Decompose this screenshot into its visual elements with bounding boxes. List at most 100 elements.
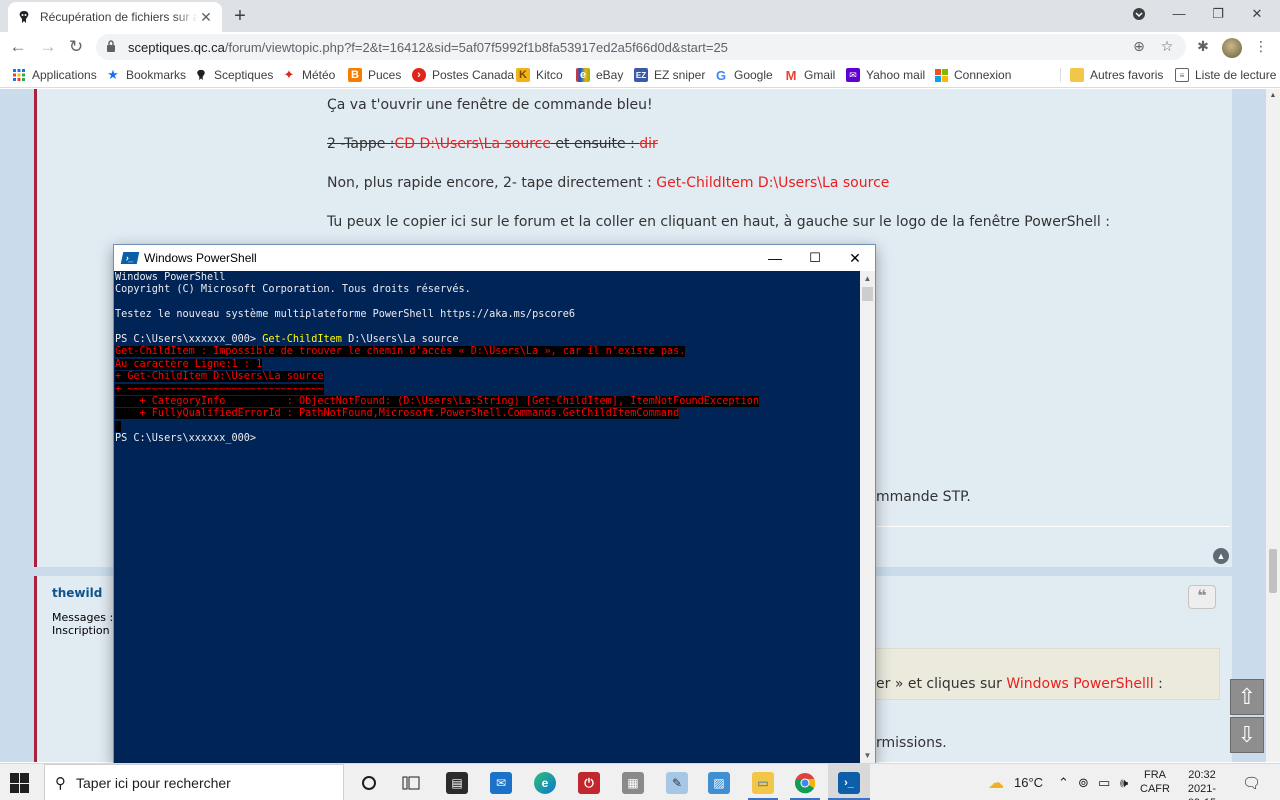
weather-icon: ☁ [988,774,1004,792]
console-error-text: Au caractère Ligne:1 : 1 [115,358,263,370]
other-bookmarks-folder[interactable]: Autres favoris [1070,67,1163,83]
scrollbar-thumb[interactable] [1269,549,1277,593]
file-explorer-icon[interactable]: ▭ [748,768,778,798]
scroll-down-arrow-icon[interactable]: ⇩ [1230,717,1264,753]
tab-search-icon[interactable] [1120,0,1158,28]
power-app-icon[interactable]: ⏻ [574,768,604,798]
quote-text: er » et cliques sur Windows PowerShelll … [876,676,1163,692]
ps-minimize-icon[interactable]: — [755,245,795,271]
powershell-taskbar-icon[interactable]: ›_ [834,768,864,798]
input-language[interactable]: FRA CAFR [1140,768,1170,796]
console-scroll-up-icon[interactable]: ▲ [860,271,875,286]
cortana-icon[interactable] [354,768,384,798]
reading-list[interactable]: ≡ Liste de lecture [1175,67,1276,83]
console-line: PS C:\Users\xxxxxx_000> Get-ChildItem D:… [114,334,860,346]
bookmarks-divider [1060,68,1061,82]
scrollbar-up-icon[interactable]: ▲ [1266,89,1280,103]
show-hidden-icons-icon[interactable]: ⌃ [1058,764,1069,800]
close-window-icon[interactable]: ✕ [1238,0,1276,28]
console-scroll-thumb[interactable] [862,287,873,301]
taskbar-search-placeholder: Taper ici pour rechercher [76,774,231,791]
back-arrow-icon[interactable]: ← [6,35,30,59]
bookmark-ez-sniper[interactable]: EZ EZ sniper [634,67,705,83]
bookmark-ebay[interactable]: e eBay [576,67,623,83]
bookmark-meteo[interactable]: ✦ Météo [282,67,336,83]
powershell-icon[interactable]: ›_ [120,252,140,264]
bookmark-kitco[interactable]: K Kitco [516,67,563,83]
clock-date: 2021-09-15 [1187,783,1217,800]
windows-tiles-icon [934,68,948,82]
chrome-menu-icon[interactable]: ⋮ [1250,35,1272,57]
powershell-window: ›_ Windows PowerShell — ☐ ✕ Windows Powe… [113,244,876,764]
gpu-tool-icon[interactable]: ▦ [618,768,648,798]
bookmark-yahoo-mail[interactable]: ✉ Yahoo mail [846,67,925,83]
store-icon[interactable]: ▤ [442,768,472,798]
image-viewer-icon[interactable]: ▨ [704,768,734,798]
system-clock[interactable]: 20:32 2021-09-15 [1184,768,1220,800]
bookmark-star-icon[interactable]: ☆ [1156,35,1178,57]
author-inscription-label: Inscription [52,624,110,637]
page-scrollbar[interactable]: ▲ [1266,89,1280,762]
weather-widget[interactable]: ☁ 16°C [988,764,1043,800]
notifications-icon[interactable]: 🗨 [1242,764,1261,800]
keyboard-layout: CAFR [1140,783,1170,795]
post-text-line: Ça va t'ouvrir une fenêtre de commande b… [327,97,653,113]
network-icon[interactable]: ⊚ [1078,764,1089,800]
console-line: Au caractère Ligne:1 : 1 [114,358,860,371]
display-icon[interactable]: ▭ [1098,764,1110,800]
ps-close-icon[interactable]: ✕ [835,245,875,271]
task-view-icon[interactable] [396,768,426,798]
bookmark-postes-canada[interactable]: › Postes Canada [412,67,514,83]
forward-arrow-icon[interactable]: → [36,35,60,59]
bookmark-label: Sceptiques [214,68,274,82]
profile-avatar[interactable] [1222,38,1242,58]
minimize-window-icon[interactable]: — [1160,0,1198,28]
post-text-line: Tu peux le copier ici sur le forum et la… [327,214,1110,230]
bookmark-connexion[interactable]: Connexion [934,67,1011,83]
browser-tab-active[interactable]: Récupération de fichiers sur ancien ✕ [8,2,222,32]
bookmark-bookmarks[interactable]: ★ Bookmarks [106,67,186,83]
console-line [114,420,860,433]
bookmark-applications[interactable]: Applications [12,67,97,83]
powershell-titlebar[interactable]: ›_ Windows PowerShell — ☐ ✕ [114,245,875,271]
bookmark-google[interactable]: G Google [714,67,773,83]
paint-tool-icon[interactable]: ✎ [662,768,692,798]
reload-icon[interactable]: ↻ [64,35,88,59]
console-argument: D:\Users\La source [341,333,459,345]
post-text-line: Non, plus rapide encore, 2- tape directe… [327,175,889,191]
blogger-icon: B [348,68,362,82]
back-to-top-icon[interactable]: ▲ [1213,548,1229,564]
ps-maximize-icon[interactable]: ☐ [795,245,835,271]
folder-icon [1070,68,1084,82]
volume-icon[interactable]: 🕪 [1120,764,1128,800]
chrome-icon[interactable] [790,768,820,798]
windows-start-icon[interactable] [10,773,30,793]
address-bar[interactable]: sceptiques.qc.ca/forum/viewtopic.php?f=2… [96,34,1186,60]
clock-time: 20:32 [1188,769,1216,781]
console-cursor [115,420,121,432]
new-tab-button[interactable]: + [230,6,250,26]
tab-close-icon[interactable]: ✕ [198,9,214,25]
console-scroll-down-icon[interactable]: ▼ [860,748,875,763]
bookmark-label: EZ sniper [654,68,706,82]
extensions-puzzle-icon[interactable]: ✱ [1192,35,1214,57]
bookmark-puces[interactable]: B Puces [348,67,401,83]
console-scrollbar[interactable]: ▲ ▼ [860,271,875,763]
scroll-up-arrow-icon[interactable]: ⇧ [1230,679,1264,715]
bookmark-gmail[interactable]: M Gmail [784,67,836,83]
console-error-text: + ~~~~~~~~~~~~~~~~~~~~~~~~~~~~~~~~ [115,383,324,395]
bookmark-label: Puces [368,68,402,82]
bookmark-sceptiques[interactable]: Sceptiques [194,67,273,83]
console-output[interactable]: Windows PowerShell Copyright (C) Microsof… [114,271,860,763]
quote-button[interactable]: ❝ [1188,585,1216,609]
post-author[interactable]: thewild [52,586,102,600]
zoom-icon[interactable]: ⊕ [1128,35,1150,57]
post-text-line-strikethrough: 2 -Tappe :CD D:\Users\La source et ensui… [327,136,658,152]
taskbar-search-box[interactable]: ⚲ Taper ici pour rechercher [44,764,344,800]
maple-leaf-icon: ✦ [283,67,295,82]
edge-icon[interactable]: e [530,768,560,798]
restore-window-icon[interactable]: ❐ [1199,0,1237,28]
console-line: + ~~~~~~~~~~~~~~~~~~~~~~~~~~~~~~~~ [114,383,860,396]
mail-icon[interactable]: ✉ [486,768,516,798]
